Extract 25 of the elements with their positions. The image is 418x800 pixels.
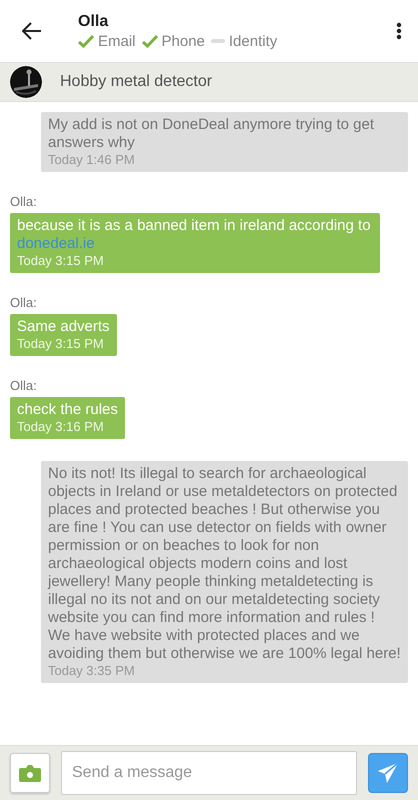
back-arrow-icon xyxy=(22,22,42,40)
verification-label: Email xyxy=(98,32,136,50)
message-text: because it is as a banned item in ireland according to donedeal.ie xyxy=(17,217,372,253)
sender-name: Olla: xyxy=(10,378,37,393)
message-time: Today 3:15 PM xyxy=(17,336,105,352)
send-icon xyxy=(377,762,399,784)
send-button[interactable] xyxy=(368,753,408,793)
listing-title: Hobby metal detector xyxy=(60,73,212,91)
message-time: Today 1:46 PM xyxy=(48,152,136,168)
message-text: My add is not on DoneDeal anymore trying to get answers why xyxy=(48,116,376,152)
camera-icon xyxy=(19,764,41,782)
verification-label: Phone xyxy=(162,32,205,50)
message-field[interactable]: Send a message xyxy=(61,751,357,795)
listing-bar[interactable]: Hobby metal detector xyxy=(0,62,418,102)
message-text: No its not! Its illegal to search for archaeological objects in Ireland or use metaldetectors on protected places and protected beaches ! But otherwise you are fine ! You can use detector on fields with owner permission or on beaches to look for non archaeological objects modern coins and lost jewellery! Many people thinking metaldetecting is illegal no its not and on our metaldetecting society website you can find more information and rules ! We have website with protected places and we avoiding them but otherwise we are 100% legal here! xyxy=(48,465,401,663)
more-vertical-icon xyxy=(396,22,402,40)
message-time: Today 3:15 PM xyxy=(17,253,105,269)
message-time: Today 3:16 PM xyxy=(17,419,105,435)
sender-name: Olla: xyxy=(10,295,37,310)
message-text: Same adverts xyxy=(17,318,110,336)
sender-name: Olla: xyxy=(10,194,37,209)
message-time: Today 3:35 PM xyxy=(48,663,136,679)
contact-name: Olla xyxy=(78,12,110,30)
message-text: check the rules xyxy=(17,401,118,419)
verification-label: Identity xyxy=(228,32,278,50)
